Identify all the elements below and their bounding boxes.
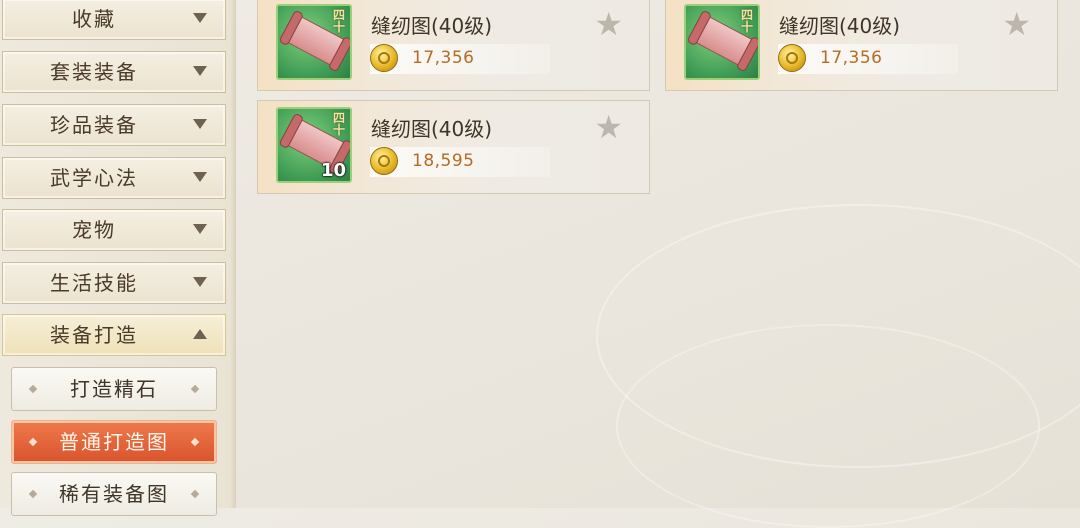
subcategory-label: 稀有装备图 [59,482,169,506]
category-label: 装备打造 [50,323,138,347]
category-favorites[interactable]: 收藏 [2,0,226,40]
level-tag: 四十 [332,8,345,34]
category-label: 宠物 [72,218,116,242]
chevron-down-icon [193,13,207,23]
category-label: 武学心法 [50,166,138,190]
item-price: 17,356 [412,48,475,68]
item-card[interactable]: 四十 缝纫图(40级) 17,356 ★ [665,0,1058,91]
category-martial-arts[interactable]: 武学心法 [2,157,226,199]
category-set-equipment[interactable]: 套装装备 [2,51,226,93]
subcategory-crafting-stone[interactable]: 打造精石 [11,367,217,411]
item-price: 17,356 [820,48,883,68]
chevron-down-icon [193,119,207,129]
category-label: 生活技能 [50,271,138,295]
category-sidebar: 收藏 套装装备 珍品装备 武学心法 宠物 生活技能 装备打造 打造精石 普通打造… [0,0,236,516]
item-card[interactable]: 四十 10 缝纫图(40级) 18,595 ★ [257,100,650,194]
subcategory-common-blueprint[interactable]: 普通打造图 [11,420,217,464]
chevron-down-icon [193,66,207,76]
level-tag: 四十 [332,111,345,137]
item-price: 18,595 [412,151,475,171]
item-name: 缝纫图(40级) [371,14,493,38]
level-tag: 四十 [740,8,753,34]
category-label: 套装装备 [50,60,138,84]
chevron-down-icon [193,224,207,234]
category-label: 珍品装备 [50,113,138,137]
favorite-star-icon[interactable]: ★ [594,111,623,143]
chevron-up-icon [193,329,207,339]
gold-coin-icon [370,147,398,175]
item-quantity: 10 [320,160,346,181]
item-card[interactable]: 四十 缝纫图(40级) 17,356 ★ [257,0,650,91]
item-name: 缝纫图(40级) [779,14,901,38]
scroll-icon: 四十 [684,4,760,80]
scroll-icon: 四十 10 [276,107,352,183]
subcategory-label: 普通打造图 [59,430,169,454]
scroll-icon: 四十 [276,4,352,80]
chevron-down-icon [193,277,207,287]
favorite-star-icon[interactable]: ★ [1002,8,1031,40]
category-life-skills[interactable]: 生活技能 [2,262,226,304]
gold-coin-icon [778,44,806,72]
category-equipment-crafting[interactable]: 装备打造 [2,314,226,356]
gold-coin-icon [370,44,398,72]
chevron-down-icon [193,172,207,182]
category-label: 收藏 [72,7,116,31]
category-pets[interactable]: 宠物 [2,209,226,251]
favorite-star-icon[interactable]: ★ [594,8,623,40]
category-rare-equipment[interactable]: 珍品装备 [2,104,226,146]
background-swirl [616,324,1040,528]
item-name: 缝纫图(40级) [371,117,493,141]
subcategory-label: 打造精石 [70,377,158,401]
subcategory-rare-equipment-blueprint[interactable]: 稀有装备图 [11,472,217,516]
